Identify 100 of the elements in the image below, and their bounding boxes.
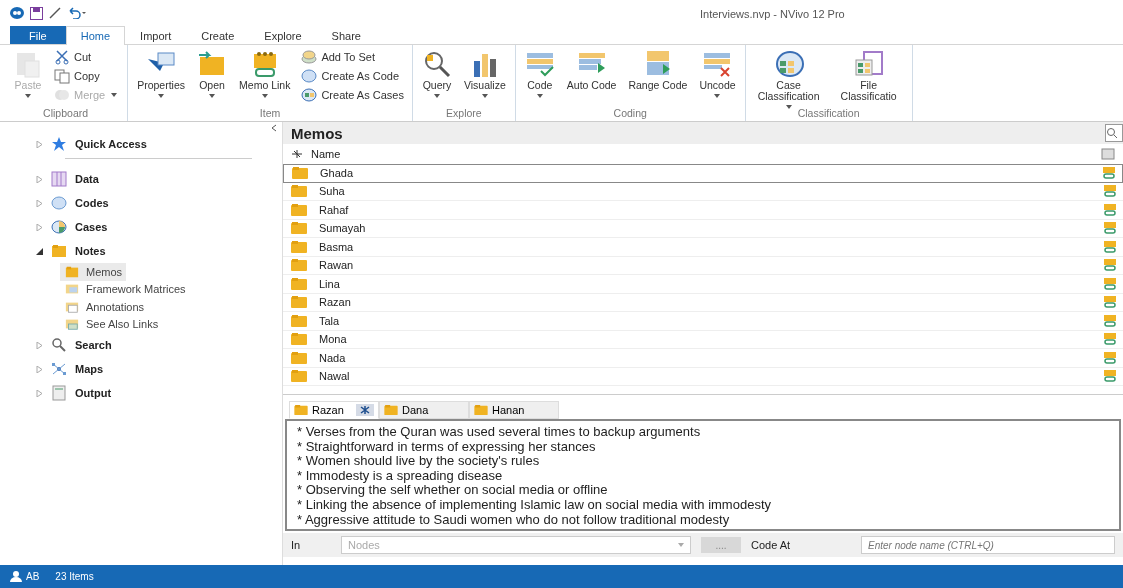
navigation-subitem[interactable]: See Also Links — [60, 315, 163, 333]
memo-row[interactable]: Basma — [283, 238, 1123, 257]
memo-row[interactable]: Ghada — [283, 164, 1123, 183]
document-tab[interactable]: Dana — [379, 401, 469, 419]
ribbon-button[interactable]: Range Code — [625, 47, 691, 107]
collapse-icon[interactable] — [270, 124, 278, 132]
navigation-item[interactable]: Codes — [20, 191, 109, 215]
search-icon — [1106, 127, 1118, 139]
ribbon-button[interactable]: Open — [194, 47, 231, 107]
memo-row[interactable]: Razan — [283, 293, 1123, 312]
memo-name: Razan — [319, 296, 352, 309]
copy-icon — [54, 67, 70, 84]
folder-icon — [51, 243, 67, 259]
ribbon-button[interactable]: Cut — [52, 47, 122, 66]
list-title: Memos — [291, 124, 343, 142]
memo-name: Lina — [319, 277, 341, 290]
document-tab[interactable]: Hanan — [469, 401, 559, 419]
memo-row[interactable]: Sumayah — [283, 219, 1123, 238]
expanded-arrow-icon[interactable] — [36, 247, 43, 255]
ribbon-button[interactable]: Create As Cases — [299, 85, 406, 104]
set-icon — [301, 48, 318, 65]
memo-row[interactable]: Mona — [283, 330, 1123, 349]
memo-icon — [291, 259, 307, 272]
memo-text-line: * Immodesty is a spreading disease — [297, 468, 503, 484]
ribbon-tab[interactable]: Create — [186, 26, 250, 44]
group-label: Clipboard — [42, 107, 90, 121]
ribbon-button[interactable]: Memo Link — [236, 47, 294, 107]
memo-row[interactable]: Tala — [283, 312, 1123, 331]
ribbon-tab[interactable]: File — [10, 26, 66, 44]
memo-text-line: * Linking the absence of implementing Islamic law on social media with immodesty — [297, 497, 772, 513]
memo-row[interactable]: Lina — [283, 275, 1123, 294]
memo-row[interactable]: Nada — [283, 349, 1123, 368]
group-label: Explore — [445, 107, 483, 121]
pin-button-icon[interactable] — [356, 404, 374, 416]
ribbon-button[interactable]: File Classificatio — [831, 47, 906, 107]
memo-link-icon — [1102, 167, 1116, 180]
ribbon-button[interactable]: Properties — [134, 47, 189, 107]
ribbon-button[interactable]: Code — [521, 47, 558, 107]
memo-row[interactable]: Suha — [283, 182, 1123, 201]
ribbon-tab[interactable]: Explore — [249, 26, 317, 44]
undo-icon[interactable] — [67, 7, 87, 19]
app-logo-icon[interactable] — [10, 7, 24, 19]
star-icon — [51, 136, 67, 152]
node-name-field[interactable]: Enter node name (CTRL+Q) — [861, 536, 1115, 554]
ribbon-button[interactable]: Visualize — [460, 47, 509, 107]
ribbon-button[interactable]: Create As Code — [299, 66, 406, 85]
cases-icon — [51, 219, 67, 235]
ribbon-button[interactable]: Auto Code — [563, 47, 620, 107]
navigation-item[interactable]: Notes — [20, 239, 106, 263]
memo-link-icon — [1103, 296, 1117, 309]
memo-link-icon — [1103, 277, 1117, 290]
ribbon-button[interactable]: Uncode — [696, 47, 739, 107]
memo-icon — [291, 277, 307, 290]
memo-text-line: * Observing the self whether on social media or offline — [297, 483, 609, 498]
memo-icon — [294, 405, 308, 415]
memo-icon — [291, 333, 307, 346]
save-icon[interactable] — [30, 6, 43, 20]
ribbon-button[interactable]: Add To Set — [299, 47, 406, 66]
user-initials: AB — [26, 571, 40, 582]
navigation-subitem[interactable]: Memos — [60, 263, 127, 281]
navigation-subitem[interactable]: Framework Matrices — [60, 280, 190, 298]
navigation-item[interactable]: Data — [20, 167, 99, 191]
memo-icon — [291, 203, 307, 216]
ribbon-tab[interactable]: Home — [65, 26, 126, 45]
find-button[interactable] — [1105, 124, 1123, 142]
case-classification-icon — [773, 49, 804, 79]
memo-link-icon — [1103, 370, 1117, 383]
ribbon-tab[interactable]: Share — [316, 26, 376, 44]
navigation-item[interactable]: Search — [20, 333, 112, 357]
memo-link-icon — [1103, 222, 1117, 235]
memo-text-area[interactable] — [285, 419, 1121, 531]
column-header[interactable]: Name — [311, 148, 341, 160]
navigation-item[interactable]: Cases — [20, 215, 108, 239]
memo-icon — [291, 370, 307, 383]
memo-row[interactable]: Rawan — [283, 256, 1123, 275]
navigation-item[interactable]: Maps — [20, 357, 104, 381]
navigation-subitem[interactable]: Annotations — [60, 298, 149, 316]
document-tab[interactable]: Razan — [289, 401, 379, 419]
data-icon — [51, 171, 67, 187]
navigation-item[interactable]: Quick Access — [20, 132, 147, 156]
pen-icon[interactable] — [49, 7, 61, 19]
navigation-item[interactable]: Output — [20, 381, 112, 405]
output-icon — [51, 385, 67, 401]
memo-row[interactable]: Rahaf — [283, 201, 1123, 220]
ribbon-button[interactable]: Query — [418, 47, 455, 107]
memo-name: Tala — [319, 314, 341, 327]
memo-name: Sumayah — [319, 222, 367, 235]
ribbon-button[interactable]: Case Classification — [751, 47, 826, 107]
ribbon-tab[interactable]: Import — [125, 26, 187, 44]
ribbon-button[interactable]: Copy — [52, 66, 122, 85]
file-classification-icon — [853, 49, 884, 79]
group-label: Coding — [612, 107, 648, 121]
memo-icon — [474, 405, 488, 415]
memo-icon — [291, 185, 307, 198]
group-label: Classification — [796, 107, 861, 121]
memo-row[interactable]: Nawal — [283, 367, 1123, 386]
memo-link-icon — [1103, 259, 1117, 272]
create-cases-icon — [301, 86, 318, 103]
memo-name: Rawan — [319, 259, 355, 272]
group-label: Item — [258, 107, 282, 121]
